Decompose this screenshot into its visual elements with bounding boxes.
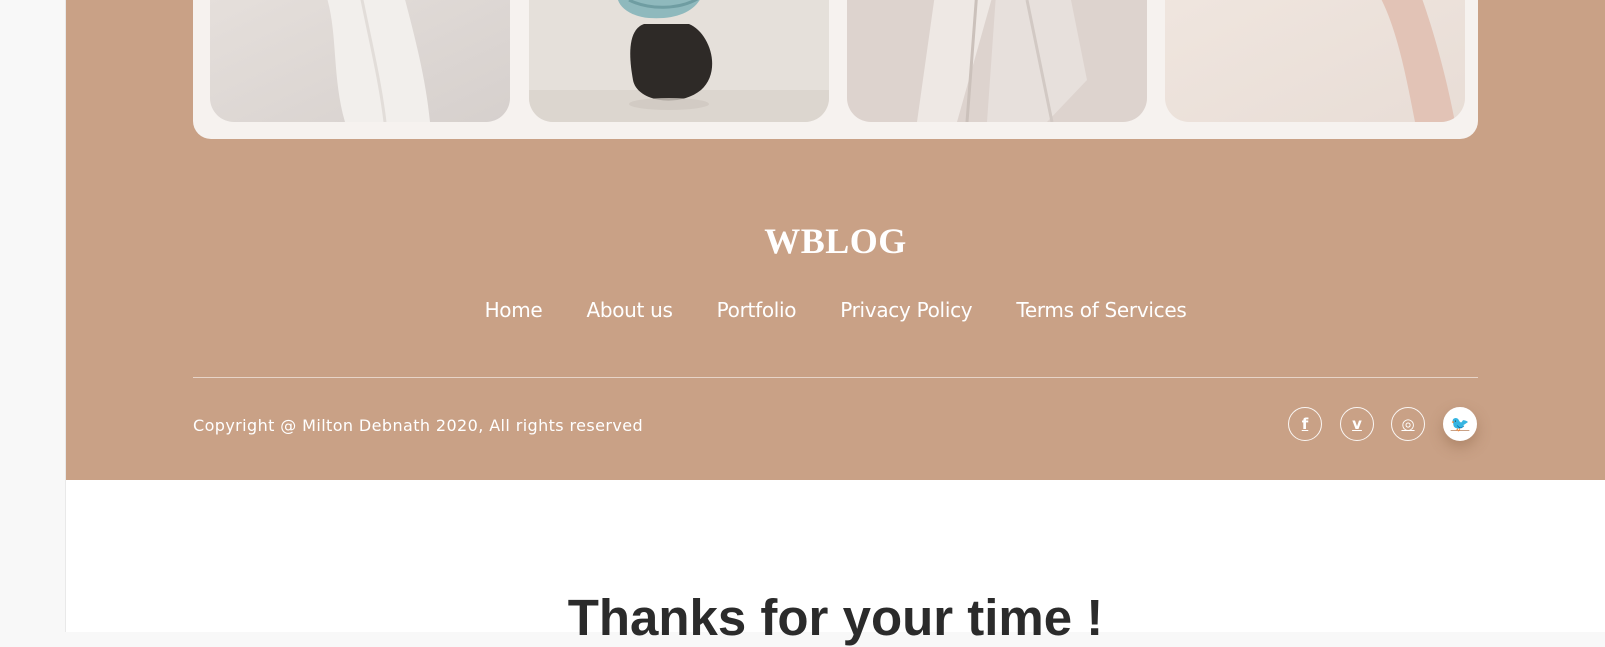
nav-link-about-us[interactable]: About us xyxy=(586,298,672,322)
nav-link-home[interactable]: Home xyxy=(485,298,543,322)
nav-link-portfolio[interactable]: Portfolio xyxy=(717,298,797,322)
thanks-heading: Thanks for your time ! xyxy=(567,589,1104,646)
gallery-card xyxy=(193,0,1478,139)
vimeo-icon[interactable]: v xyxy=(1340,407,1374,441)
gallery-image-white-fabric[interactable] xyxy=(210,0,510,122)
left-rail xyxy=(0,0,66,632)
site-logo[interactable]: WBLOG xyxy=(66,220,1605,262)
gallery-image-draped-cloth[interactable] xyxy=(847,0,1147,122)
nav-link-terms-of-services[interactable]: Terms of Services xyxy=(1016,298,1186,322)
main-content: Thanks for your time ! xyxy=(66,480,1605,646)
nav-link-privacy-policy[interactable]: Privacy Policy xyxy=(840,298,972,322)
site-footer: WBLOG Home About us Portfolio Privacy Po… xyxy=(66,0,1605,480)
copyright-text: Copyright @ Milton Debnath 2020, All rig… xyxy=(193,416,644,435)
footer-divider xyxy=(193,377,1478,378)
instagram-icon[interactable]: ◎ xyxy=(1391,407,1425,441)
gallery-image-hand[interactable] xyxy=(1165,0,1465,122)
footer-nav: Home About us Portfolio Privacy Policy T… xyxy=(66,298,1605,322)
facebook-icon[interactable]: f xyxy=(1288,407,1322,441)
gallery-image-sculpture[interactable] xyxy=(529,0,829,122)
twitter-icon[interactable]: 🐦 xyxy=(1443,407,1477,441)
